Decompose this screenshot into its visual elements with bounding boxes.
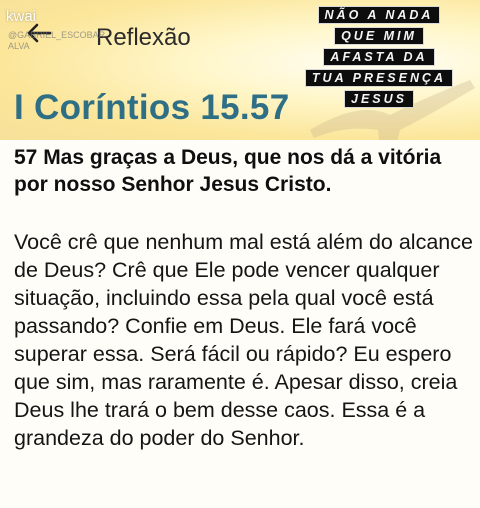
verse-reference: I Coríntios 15.57 xyxy=(14,88,290,127)
banner-line: TUA PRESENÇA xyxy=(304,69,454,87)
verse-text: 57 Mas graças a Deus, que nos dá a vitór… xyxy=(14,146,442,196)
watermark-user-line2: ALVA xyxy=(8,41,30,51)
watermark-user-line1: @GABRIEL_ESCOBAR xyxy=(8,30,106,40)
overlay-text-banner: NÃO A NADA QUE MIM AFASTA DA TUA PRESENÇ… xyxy=(288,6,470,111)
banner-line: JESUS xyxy=(344,90,414,108)
banner-line: QUE MIM xyxy=(334,27,424,45)
page-title: Reflexão xyxy=(96,24,191,51)
banner-line: AFASTA DA xyxy=(323,48,435,66)
reflection-text: Você crê que nenhum mal está além do alc… xyxy=(14,230,473,450)
banner-line: NÃO A NADA xyxy=(317,6,441,24)
watermark-username: @GABRIEL_ESCOBAR ALVA xyxy=(8,30,105,52)
kwai-watermark: kwai xyxy=(6,8,37,25)
